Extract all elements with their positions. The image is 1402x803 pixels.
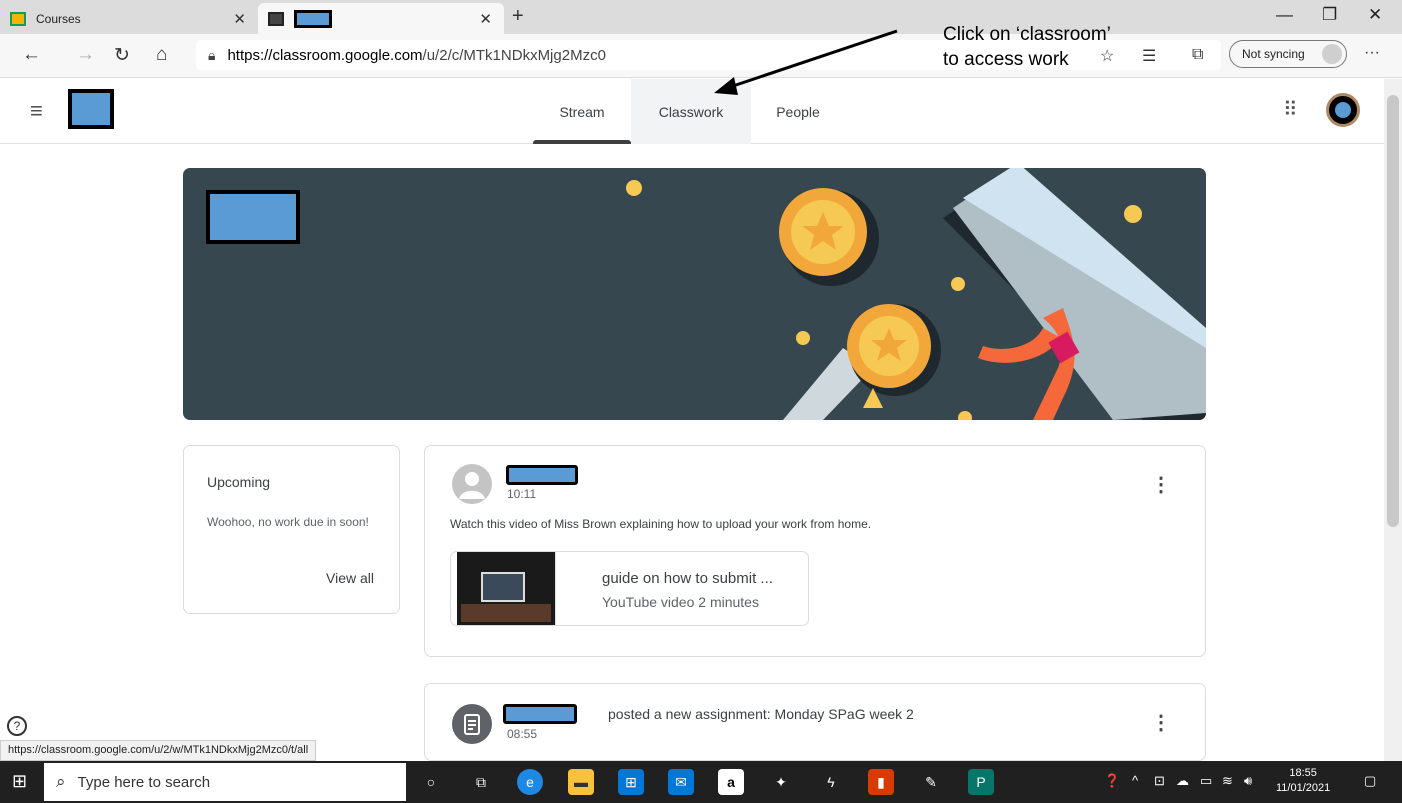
video-thumbnail bbox=[457, 552, 555, 625]
edge-icon[interactable]: e bbox=[517, 769, 543, 795]
tab-classwork-label: Classwork bbox=[658, 103, 724, 120]
file-explorer-icon[interactable]: ▬ bbox=[568, 769, 594, 795]
post-menu-icon[interactable]: ⋮ bbox=[1151, 472, 1171, 497]
teacher-avatar bbox=[452, 464, 492, 504]
amazon-icon[interactable]: a bbox=[718, 769, 744, 795]
stream-post: 10:11 ⋮ Watch this video of Miss Brown e… bbox=[424, 445, 1206, 657]
paint-icon[interactable]: ✎ bbox=[918, 769, 944, 795]
wifi-icon[interactable]: ≋ bbox=[1222, 773, 1233, 789]
taskbar-clock[interactable]: 18:55 11/01/2021 bbox=[1276, 766, 1330, 796]
upcoming-card: Upcoming Woohoo, no work due in soon! Vi… bbox=[183, 445, 400, 614]
close-tab-icon[interactable]: ✕ bbox=[233, 10, 246, 28]
post-menu-icon[interactable]: ⋮ bbox=[1151, 710, 1171, 735]
close-window-icon[interactable]: ✕ bbox=[1368, 5, 1382, 25]
new-tab-button[interactable]: + bbox=[512, 5, 524, 28]
chevron-up-icon[interactable]: ^ bbox=[1132, 773, 1138, 788]
annotation-line-1: Click on ‘classroom’ bbox=[943, 24, 1111, 45]
office-icon[interactable]: ▮ bbox=[868, 769, 894, 795]
scrollbar-thumb[interactable] bbox=[1387, 95, 1399, 527]
lock-icon: 🔒︎ bbox=[208, 46, 216, 63]
upcoming-body: Woohoo, no work due in soon! bbox=[207, 515, 369, 529]
upcoming-title: Upcoming bbox=[207, 474, 271, 490]
sync-label: Not syncing bbox=[1242, 47, 1305, 61]
clock-date: 11/01/2021 bbox=[1276, 782, 1331, 794]
attachment-meta: YouTube video 2 minutes bbox=[602, 594, 759, 610]
search-icon: ⌕ bbox=[56, 772, 66, 791]
collections-icon[interactable]: ⧉ bbox=[1192, 46, 1203, 64]
status-url: https://classroom.google.com/u/2/w/MTk1N… bbox=[0, 740, 317, 761]
taskbar-search[interactable]: ⌕ Type here to search bbox=[44, 763, 406, 801]
tab-stream[interactable]: Stream bbox=[533, 79, 631, 144]
profile-icon bbox=[1322, 44, 1342, 64]
apps-grid-icon[interactable]: ⠿ bbox=[1283, 97, 1298, 122]
account-avatar[interactable] bbox=[1326, 93, 1360, 127]
refresh-icon[interactable]: ↻ bbox=[114, 44, 130, 67]
active-tab-indicator bbox=[533, 140, 631, 144]
post-time: 08:55 bbox=[507, 727, 538, 741]
url-host: https://classroom.google.com bbox=[227, 46, 423, 64]
tab-people-label: People bbox=[776, 103, 820, 120]
graduation-illustration bbox=[626, 168, 1206, 420]
meet-now-icon[interactable]: ⊡ bbox=[1154, 773, 1165, 789]
home-icon[interactable]: ⌂ bbox=[156, 44, 167, 66]
url-path: /u/2/c/MTk1NDkxMjg2Mzc0 bbox=[422, 46, 606, 64]
volume-icon[interactable]: 🔊︎ bbox=[1244, 773, 1252, 789]
annotation-arrow-icon bbox=[714, 29, 898, 95]
redacted-class-name bbox=[68, 89, 114, 129]
annotation-line-2: to access work bbox=[943, 49, 1069, 70]
mail-icon[interactable]: ✉ bbox=[668, 769, 694, 795]
attachment-title: guide on how to submit ... bbox=[602, 570, 773, 587]
close-tab-icon[interactable]: ✕ bbox=[479, 10, 492, 28]
search-placeholder: Type here to search bbox=[77, 773, 211, 791]
tab-label: Courses bbox=[36, 11, 81, 26]
class-banner bbox=[183, 168, 1206, 420]
post-message: Watch this video of Miss Brown explainin… bbox=[450, 517, 872, 531]
classroom-favicon-icon bbox=[10, 11, 26, 26]
store-icon[interactable]: ⊞ bbox=[618, 769, 644, 795]
redacted-tab-title bbox=[294, 9, 332, 28]
windows-start-icon[interactable]: ⊞ bbox=[12, 771, 27, 792]
cortana-icon[interactable]: ○ bbox=[418, 769, 444, 795]
sync-button[interactable]: Not syncing bbox=[1229, 40, 1347, 68]
redacted-author bbox=[503, 704, 577, 724]
assignment-post[interactable]: posted a new assignment: Monday SPaG wee… bbox=[424, 683, 1206, 761]
tab-courses[interactable]: Courses ✕ bbox=[0, 3, 258, 34]
classroom-favicon-icon bbox=[268, 11, 284, 26]
help-tray-icon[interactable]: ❓ bbox=[1104, 773, 1120, 789]
back-icon[interactable]: ← bbox=[22, 44, 41, 66]
tab-classroom[interactable]: ✕ bbox=[258, 3, 504, 34]
assignment-text: posted a new assignment: Monday SPaG wee… bbox=[608, 706, 914, 722]
app-icon[interactable]: ϟ bbox=[818, 769, 844, 795]
assignment-icon bbox=[452, 704, 492, 744]
forward-icon[interactable]: → bbox=[76, 44, 95, 66]
page-scrollbar[interactable] bbox=[1384, 79, 1402, 761]
menu-icon[interactable]: ≡ bbox=[30, 98, 43, 124]
redacted-author bbox=[506, 465, 578, 485]
redacted-banner-title bbox=[206, 190, 300, 244]
windows-taskbar: ⊞ ⌕ Type here to search ○ ⧉ e ▬ ⊞ ✉ a ✦ … bbox=[0, 761, 1402, 803]
more-icon[interactable]: ··· bbox=[1364, 44, 1380, 62]
task-view-icon[interactable]: ⧉ bbox=[468, 769, 494, 795]
publisher-icon[interactable]: P bbox=[968, 769, 994, 795]
help-icon[interactable]: ? bbox=[7, 716, 27, 736]
onedrive-icon[interactable]: ☁ bbox=[1176, 773, 1189, 789]
classroom-header: ≡ Stream Classwork People ⠿ bbox=[0, 79, 1384, 144]
network-icon[interactable]: ▭ bbox=[1200, 773, 1212, 789]
avatar-redaction bbox=[1335, 102, 1351, 118]
restore-icon[interactable]: ❐ bbox=[1322, 5, 1337, 25]
view-all-link[interactable]: View all bbox=[326, 570, 374, 586]
instruction-annotation: Click on ‘classroom’ to access work bbox=[943, 22, 1111, 72]
clock-time: 18:55 bbox=[1289, 767, 1317, 779]
video-attachment[interactable]: guide on how to submit ... YouTube video… bbox=[450, 551, 809, 626]
notifications-icon[interactable]: ▢ bbox=[1364, 773, 1376, 789]
minimize-icon[interactable]: — bbox=[1276, 5, 1293, 25]
tab-stream-label: Stream bbox=[559, 103, 605, 120]
favorites-icon[interactable]: ☰ bbox=[1142, 46, 1156, 66]
post-time: 10:11 bbox=[507, 487, 537, 501]
dropbox-icon[interactable]: ✦ bbox=[768, 769, 794, 795]
person-icon bbox=[459, 472, 485, 499]
